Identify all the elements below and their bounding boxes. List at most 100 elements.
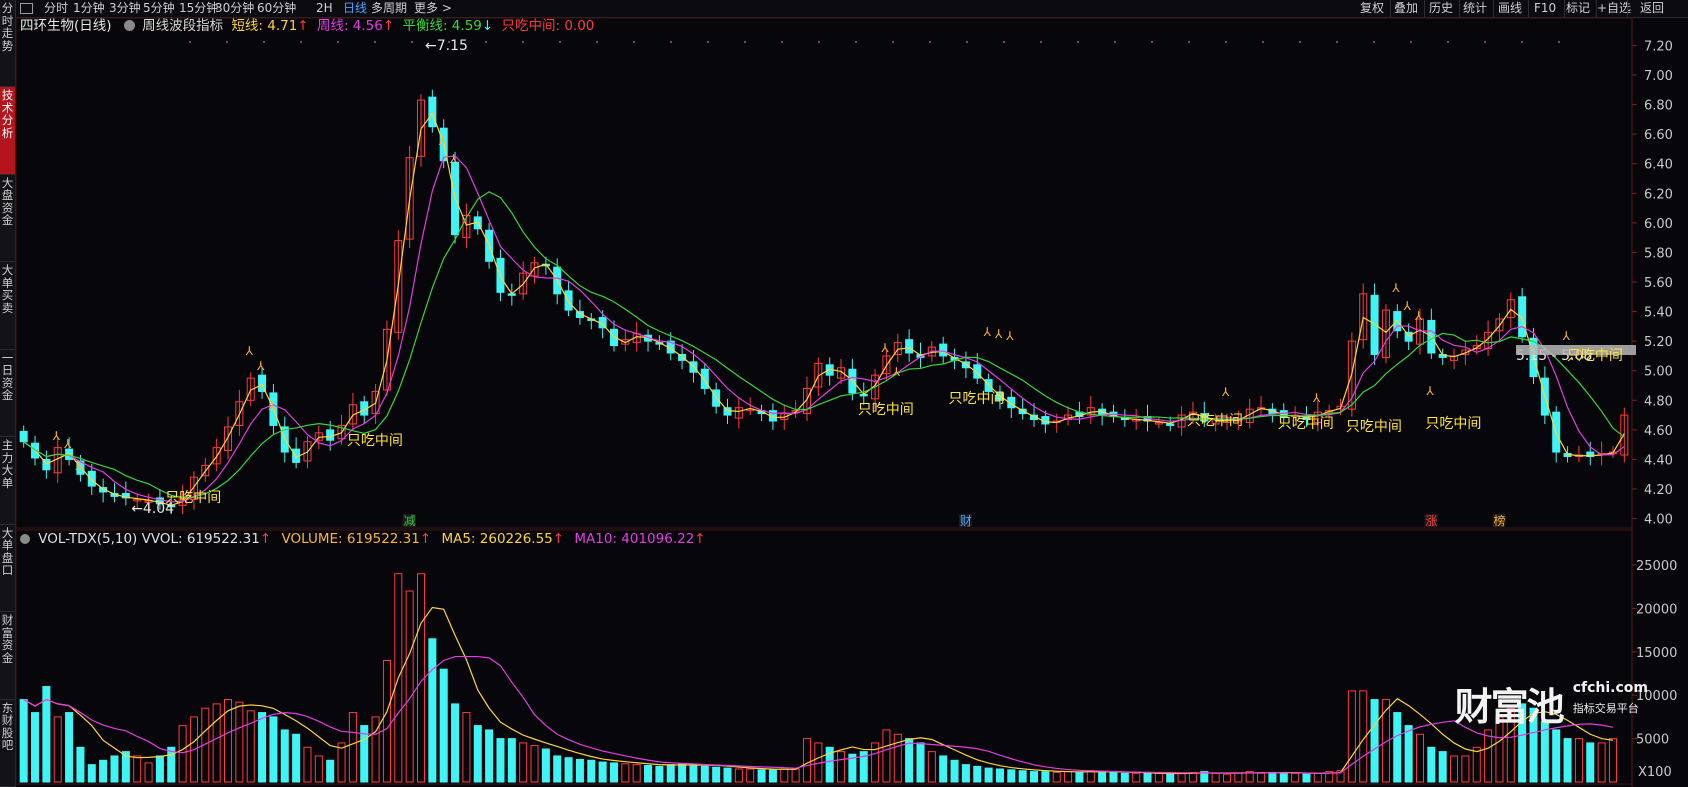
top-dot [1003,41,1005,43]
top-dot [1299,41,1301,43]
volume-bar [995,768,1004,783]
volume-bar [462,712,471,783]
volume-bar [916,742,925,783]
top-dot [1336,41,1338,43]
volume-bar [575,758,584,783]
volume-bar [246,710,255,783]
indicator-name[interactable]: 周线波段指标 [142,18,223,34]
volume-bar [712,766,721,783]
signal-marker: ⅄ [880,341,889,355]
zhichi-label: 只吃中间 [347,433,403,449]
volume-value: VOLUME: 619522.31 [281,531,420,547]
volume-bar [541,748,550,783]
signal-marker: ⅄ [1221,385,1230,399]
signal-marker: ⅄ [994,327,1003,341]
top-dot [1040,41,1042,43]
candle-body [87,470,96,487]
signal-marker: ⅄ [256,359,265,373]
volume-bar [1143,772,1152,783]
volume-bar [746,768,755,783]
volume-bar [644,765,653,783]
volume-bar [303,746,312,783]
volume-bar [939,755,948,783]
volume-bar [326,759,335,783]
volume-bar [1007,769,1016,783]
vvol-value: VVOL: 619522.31 [141,531,260,547]
top-dot [744,41,746,43]
signal-marker: ⅄ [1403,299,1412,313]
volume-bar [609,762,619,783]
event-mark: 财 [960,514,972,528]
top-dot [1114,41,1116,43]
signal-marker: ⅄ [1414,309,1423,323]
event-mark: 减 [404,514,416,528]
top-dot [929,41,931,43]
volume-bar [1563,738,1572,783]
top-dot [1151,41,1153,43]
top-dot [1188,41,1190,43]
volume-bar [1052,771,1061,783]
volume-bar [1268,771,1277,783]
top-dot [1447,41,1449,43]
top-dot [1484,41,1486,43]
top-dot [263,41,265,43]
signal-marker: ⅄ [1005,329,1014,343]
zhichi-label: 只吃中间 [1278,416,1334,432]
candle-body [428,96,437,128]
volume-bar [314,755,323,783]
top-dot [226,41,228,43]
volume-bar [757,769,766,783]
volume-bar [700,765,709,783]
top-dot [485,41,487,43]
top-dot [633,41,635,43]
signal-marker: ⅄ [52,429,61,443]
price-tick-label: 5.60 [1644,276,1673,291]
top-dot [818,41,820,43]
volume-bar [791,768,800,783]
volume-bar [1302,773,1311,783]
volume-bar [1041,771,1050,783]
volume-bar [1177,772,1186,783]
volume-bar [31,712,40,783]
volume-bar [632,764,641,783]
vol-indicator-name[interactable]: VOL-TDX(5,10) [38,531,137,547]
vol-menu-icon[interactable] [20,534,30,544]
volume-bar [1120,772,1129,783]
volume-bar [223,699,233,783]
indicator-menu-icon[interactable] [123,20,135,31]
top-dot [337,41,339,43]
volume-bar [235,701,244,783]
price-tick-label: 5.40 [1644,306,1673,321]
volume-bar [689,764,698,783]
signal-marker: ⅄ [438,134,447,148]
signal-marker: ⅄ [74,459,83,473]
signal-marker: ⅄ [63,437,72,451]
volume-bar [1472,746,1481,783]
price-tick-label: 7.00 [1644,69,1673,84]
price-tick-label: 5.80 [1644,246,1673,261]
candle-body [564,290,573,311]
zhichi-label: 只吃中间 [1346,419,1402,435]
volume-bar [1461,755,1470,783]
top-dot [1558,41,1560,43]
candle-body [700,368,709,389]
price-tick-label: 4.00 [1644,513,1673,528]
price-tick-label: 6.60 [1644,128,1673,143]
volume-bar [1370,699,1379,783]
volume-bar [882,729,891,783]
volume-bar [292,733,301,783]
top-dot [1077,41,1079,43]
balance-line-value: 平衡线: 4.59 [402,18,482,34]
top-dot [522,41,524,43]
event-mark: 涨 [1425,513,1437,528]
top-dot [374,41,376,43]
volume-bar [212,703,221,783]
short-line [23,112,1625,506]
volume-bar [927,751,936,783]
week-line [23,155,1625,503]
top-dot [1262,41,1264,43]
volume-bar [133,755,142,783]
volume-bar [564,757,573,783]
volume-bar [961,764,970,783]
volume-bar [428,638,437,783]
